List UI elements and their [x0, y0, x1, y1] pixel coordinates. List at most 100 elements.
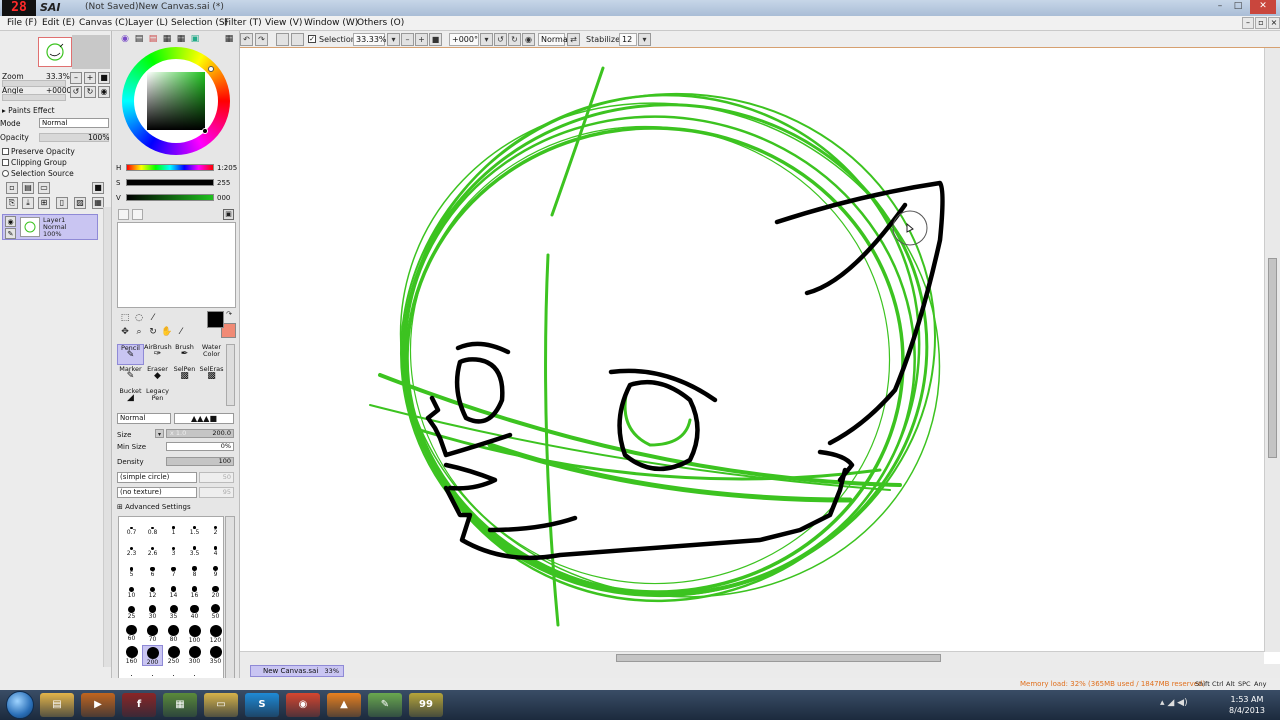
navigator-thumbnail[interactable]: [38, 37, 72, 67]
tool-selpen[interactable]: SelPen ▩: [171, 366, 198, 387]
new-folder-button[interactable]: ▭: [38, 182, 50, 194]
tool-eraser[interactable]: Eraser ◆: [144, 366, 171, 387]
rotate-right-button[interactable]: ↻: [508, 33, 521, 46]
taskbar-fraps-icon[interactable]: 99: [409, 693, 443, 717]
brush-size-option[interactable]: 250: [163, 645, 184, 666]
rotate-icon[interactable]: ↻: [147, 326, 159, 338]
taskbar-media-icon[interactable]: ▶: [81, 693, 115, 717]
canvas-horizontal-scroll-thumb[interactable]: [616, 654, 941, 662]
taskbar-folder-icon[interactable]: ▭: [204, 693, 238, 717]
brush-size-option[interactable]: 16: [184, 582, 205, 603]
custom-palette-tab-icon[interactable]: ▣: [189, 33, 201, 45]
redo-button[interactable]: ↷: [255, 33, 268, 46]
menu-file[interactable]: File (F): [7, 18, 37, 28]
undo-button[interactable]: ↶: [240, 33, 253, 46]
scratchpad-tab-icon[interactable]: ▦: [175, 33, 187, 45]
rect-select-icon[interactable]: ⬚: [119, 312, 131, 324]
maximize-button[interactable]: □: [1230, 0, 1246, 14]
color-wheel-tab-icon[interactable]: ◉: [119, 33, 131, 45]
brush-edge-selector[interactable]: ▲▲▲■: [174, 413, 234, 424]
scratch-pad[interactable]: [117, 222, 236, 308]
stabilizer-dropdown-button[interactable]: ▾: [638, 33, 651, 46]
taskbar-minecraft-icon[interactable]: ▦: [163, 693, 197, 717]
scratch-add-icon[interactable]: [132, 209, 143, 220]
selection-source-checkbox[interactable]: [2, 170, 9, 177]
rgb-slider-tab-icon[interactable]: ▤: [133, 33, 145, 45]
tool-seleras[interactable]: SelEras ▩: [198, 366, 225, 387]
brush-size-option[interactable]: 160: [121, 645, 142, 666]
angle-slider[interactable]: [2, 94, 66, 101]
eyedropper-icon[interactable]: ⁄: [175, 326, 187, 338]
brush-size-option[interactable]: 40: [184, 603, 205, 624]
brush-size-option[interactable]: 2: [205, 519, 226, 540]
lasso-icon[interactable]: ◌: [133, 312, 145, 324]
layer-panel-menu-button[interactable]: ■: [92, 182, 104, 194]
start-button[interactable]: [6, 691, 34, 719]
saturation-slider[interactable]: [126, 179, 214, 186]
brush-size-option[interactable]: 300: [184, 645, 205, 666]
hand-icon[interactable]: ✋: [161, 326, 173, 338]
scratch-menu-icon[interactable]: ▣: [223, 209, 234, 220]
tool-brush[interactable]: Brush ✒: [171, 344, 198, 365]
brush-size-option[interactable]: 12: [142, 582, 163, 603]
canvas-horizontal-scrollbar[interactable]: [240, 651, 1264, 664]
rotation-dropdown-button[interactable]: ▾: [480, 33, 493, 46]
swap-colors-icon[interactable]: ↷: [225, 310, 233, 318]
menu-layer[interactable]: Layer (L): [128, 18, 168, 28]
brush-size-option[interactable]: 5: [121, 561, 142, 582]
size-slider[interactable]: x 1.0 200.0: [166, 429, 234, 438]
menu-view[interactable]: View (V): [265, 18, 302, 28]
taskbar-sai-icon[interactable]: ✎: [368, 693, 402, 717]
move-icon[interactable]: ✥: [119, 326, 131, 338]
transfer-layer-button[interactable]: ⤓: [22, 197, 34, 209]
drawing-canvas[interactable]: [240, 48, 1280, 688]
tool-marker[interactable]: Marker ✎: [117, 366, 144, 387]
rotate-reset-button[interactable]: ◉: [522, 33, 535, 46]
hue-cursor[interactable]: [208, 66, 214, 72]
brush-texture-select[interactable]: (no texture): [117, 487, 197, 498]
brush-shape-select[interactable]: (simple circle): [117, 472, 197, 483]
brush-mode-select[interactable]: Normal: [117, 413, 171, 424]
brush-size-option[interactable]: 70: [142, 624, 163, 645]
tool-watercolor[interactable]: Water Color: [198, 344, 225, 365]
brush-size-option[interactable]: 200: [142, 645, 163, 666]
blend-mode-field[interactable]: Normal: [538, 33, 570, 46]
brush-shape-strength[interactable]: 50: [199, 472, 234, 483]
taskbar-skype-icon[interactable]: S: [245, 693, 279, 717]
mdi-close-button[interactable]: ×: [1268, 17, 1280, 29]
size-palette-scrollbar[interactable]: [225, 516, 235, 682]
size-multiplier-dropdown-icon[interactable]: ▾: [155, 429, 164, 438]
density-slider[interactable]: 100: [166, 457, 234, 466]
saturation-value-square[interactable]: [147, 72, 205, 130]
taskbar-chrome-icon[interactable]: ◉: [286, 693, 320, 717]
brush-size-option[interactable]: 2.6: [142, 540, 163, 561]
brush-size-option[interactable]: 350: [205, 645, 226, 666]
brush-size-option[interactable]: 120: [205, 624, 226, 645]
canvas-vertical-scroll-thumb[interactable]: [1268, 258, 1277, 458]
advanced-settings-toggle[interactable]: ⊞ Advanced Settings: [117, 503, 191, 511]
brush-size-option[interactable]: 3: [163, 540, 184, 561]
brush-size-option[interactable]: 20: [205, 582, 226, 603]
brush-size-option[interactable]: 1: [163, 519, 184, 540]
tool-pencil[interactable]: Pencil ✎: [117, 344, 144, 365]
primary-color-swatch[interactable]: [207, 311, 224, 328]
brush-size-option[interactable]: 35: [163, 603, 184, 624]
mdi-minimize-button[interactable]: –: [1242, 17, 1254, 29]
tray-clock[interactable]: 1:53 AM 8/4/2013: [1222, 694, 1272, 716]
brush-size-option[interactable]: 8: [184, 561, 205, 582]
new-layer-set-button[interactable]: ▤: [22, 182, 34, 194]
color-palette-tab-icon[interactable]: ▦: [161, 33, 173, 45]
brush-size-option[interactable]: 80: [163, 624, 184, 645]
brush-size-option[interactable]: 30: [142, 603, 163, 624]
clipping-group-checkbox[interactable]: [2, 159, 9, 166]
brush-size-option[interactable]: 7: [163, 561, 184, 582]
close-button[interactable]: ✕: [1250, 0, 1276, 14]
sv-cursor[interactable]: [202, 128, 208, 134]
brush-size-option[interactable]: 0.8: [142, 519, 163, 540]
preserve-opacity-checkbox[interactable]: [2, 148, 9, 155]
canvas-vertical-scrollbar[interactable]: [1264, 48, 1280, 652]
zoom-field[interactable]: 33.33%: [353, 33, 387, 46]
menu-others[interactable]: Others (O): [357, 18, 404, 28]
selection-checkbox[interactable]: ✓: [308, 35, 316, 43]
invert-selection-button[interactable]: [291, 33, 304, 46]
